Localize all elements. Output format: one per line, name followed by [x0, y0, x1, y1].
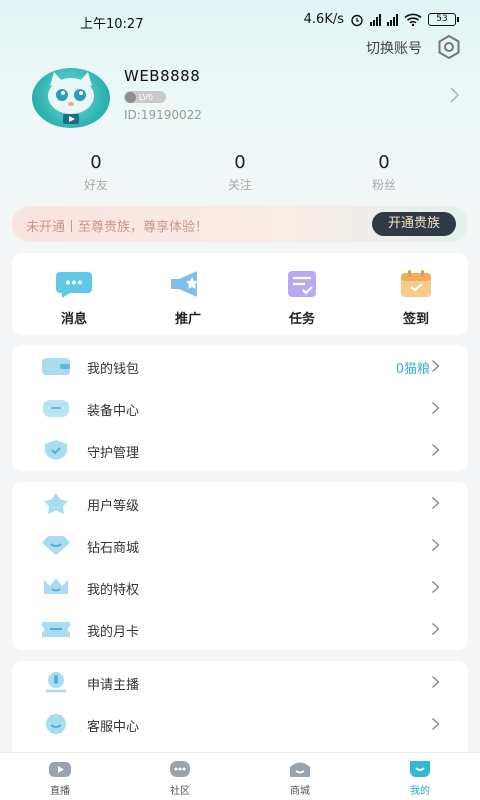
tab-live[interactable]: 直播 — [0, 759, 120, 797]
ticket-icon — [42, 622, 70, 637]
level-badge-dot — [125, 91, 136, 103]
open-vip-button[interactable]: 开通贵族 — [372, 212, 456, 236]
net-speed: 4.6K/s — [303, 12, 344, 27]
wifi-icon — [404, 13, 422, 26]
live-icon — [49, 762, 71, 777]
stat-following[interactable]: 0 关注 — [180, 152, 300, 193]
quick-action-task[interactable]: 任务 — [245, 269, 359, 327]
menu-group-wallet: 我的钱包 0猫粮 装备中心 守护管理 — [12, 345, 468, 471]
tab-mine[interactable]: 我的 — [360, 759, 480, 797]
quick-action-message[interactable]: 消息 — [17, 269, 131, 327]
task-icon — [288, 271, 316, 297]
quick-action-checkin[interactable]: 签到 — [359, 269, 473, 327]
equipment-icon — [43, 400, 69, 417]
tab-label: 我的 — [410, 786, 430, 797]
battery-icon: 53 — [428, 13, 459, 26]
menu-item-label: 我的月卡 — [87, 625, 140, 640]
status-time: 上午10:27 — [80, 17, 144, 32]
quick-action-label: 任务 — [288, 312, 315, 327]
menu-item-label: 客服中心 — [87, 720, 140, 735]
chevron-right-icon — [432, 496, 440, 510]
stats-row: 0 好友 0 关注 0 粉丝 — [0, 152, 480, 194]
chevron-right-icon — [432, 675, 440, 689]
stat-label: 好友 — [83, 178, 108, 192]
level-badge: LV0 — [124, 91, 166, 103]
service-icon — [46, 714, 66, 734]
stat-friends[interactable]: 0 好友 — [36, 152, 156, 193]
menu-item-label: 用户等级 — [87, 499, 140, 514]
chevron-right-icon — [432, 622, 440, 636]
tab-label: 直播 — [50, 786, 70, 797]
community-icon — [170, 761, 190, 777]
vip-banner-text: 未开通丨至尊贵族，尊享体验！ — [26, 220, 209, 235]
mine-icon — [410, 761, 430, 777]
bottom-tab-bar: 直播 社区 商城 我的 — [0, 752, 480, 800]
shop-icon — [290, 762, 310, 777]
menu-group-level: 用户等级 钻石商城 我的特权 我的月卡 — [12, 482, 468, 650]
status-indicators: 4.6K/s 53 — [303, 12, 459, 27]
chevron-right-icon — [432, 717, 440, 731]
diamond-icon — [42, 536, 70, 555]
tab-shop[interactable]: 商城 — [240, 759, 360, 797]
stat-value: 0 — [378, 152, 390, 173]
switch-account-link[interactable]: 切换账号 — [366, 38, 422, 58]
menu-item-label: 钻石商城 — [87, 541, 140, 556]
quick-action-promote[interactable]: 推广 — [131, 269, 245, 327]
chevron-right-icon — [432, 538, 440, 552]
avatar[interactable] — [32, 68, 110, 128]
signal-icon — [370, 13, 381, 26]
message-icon — [56, 272, 92, 298]
menu-item-equipment[interactable]: 装备中心 — [12, 387, 468, 429]
crown-icon — [44, 578, 68, 594]
alarm-icon — [351, 14, 363, 26]
wallet-balance: 0猫粮 — [395, 362, 430, 377]
wallet-icon — [42, 358, 70, 375]
stat-value: 0 — [90, 152, 102, 173]
menu-item-wallet[interactable]: 我的钱包 0猫粮 — [12, 345, 468, 387]
chevron-right-icon — [432, 580, 440, 594]
profile-chevron-icon[interactable] — [448, 86, 460, 104]
menu-item-privilege[interactable]: 我的特权 — [12, 566, 468, 608]
menu-item-apply-anchor[interactable]: 申请主播 — [12, 661, 468, 703]
stat-value: 0 — [234, 152, 246, 173]
status-bar: 上午10:27 4.6K/s 53 — [0, 0, 480, 40]
menu-item-label: 我的特权 — [87, 583, 140, 598]
menu-item-label: 申请主播 — [87, 678, 140, 693]
chevron-right-icon — [432, 401, 440, 415]
menu-item-customer-service[interactable]: 客服中心 — [12, 703, 468, 745]
quick-action-label: 推广 — [174, 312, 201, 327]
menu-item-monthly-card[interactable]: 我的月卡 — [12, 608, 468, 650]
shield-icon — [45, 440, 67, 460]
quick-action-label: 签到 — [402, 312, 429, 327]
tab-label: 社区 — [170, 786, 190, 797]
level-badge-label: LV0 — [139, 92, 154, 102]
stat-label: 粉丝 — [371, 178, 396, 192]
vip-banner[interactable]: 未开通丨至尊贵族，尊享体验！ 开通贵族 — [12, 206, 468, 242]
promote-icon — [171, 271, 198, 297]
tab-label: 商城 — [290, 786, 310, 797]
stat-fans[interactable]: 0 粉丝 — [324, 152, 444, 193]
chevron-right-icon — [432, 359, 440, 373]
settings-icon[interactable] — [436, 34, 462, 60]
signal-icon-2 — [387, 13, 398, 26]
quick-action-label: 消息 — [60, 312, 87, 327]
chevron-right-icon — [432, 443, 440, 457]
quick-actions-card: 消息 推广 任务 签到 — [12, 253, 468, 335]
menu-item-label: 我的钱包 — [87, 362, 140, 377]
menu-item-label: 装备中心 — [87, 404, 140, 419]
checkin-icon — [401, 270, 431, 297]
username: WEB8888 — [124, 67, 201, 85]
anchor-icon — [46, 672, 66, 693]
menu-item-label: 守护管理 — [87, 446, 140, 461]
menu-item-guard[interactable]: 守护管理 — [12, 429, 468, 471]
cat-avatar-icon — [48, 72, 94, 124]
stat-label: 关注 — [227, 178, 252, 192]
tab-community[interactable]: 社区 — [120, 759, 240, 797]
menu-item-user-level[interactable]: 用户等级 — [12, 482, 468, 524]
menu-item-diamond-shop[interactable]: 钻石商城 — [12, 524, 468, 566]
menu-group-service: 申请主播 客服中心 — [12, 661, 468, 761]
user-id: ID:19190022 — [124, 108, 202, 122]
star-icon — [44, 493, 68, 514]
